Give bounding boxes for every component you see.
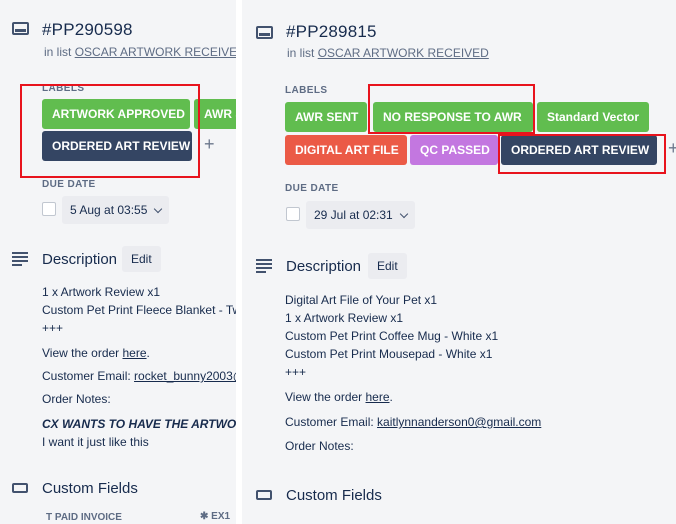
custom-field-ext[interactable]: ✱ EX1 bbox=[200, 511, 230, 522]
card-title: #PP289815 bbox=[286, 22, 377, 41]
card-icon bbox=[12, 22, 29, 35]
card-detail-left: #PP290598 in list OSCAR ARTWORK RECEIVED… bbox=[0, 0, 236, 524]
description-icon bbox=[12, 252, 28, 268]
labels-heading: LABELS bbox=[285, 85, 328, 96]
due-date-value: 5 Aug at 03:55 bbox=[70, 203, 148, 217]
description-line: +++ bbox=[285, 365, 307, 379]
customer-email-link[interactable]: rocket_bunny2003@ bbox=[134, 369, 236, 383]
description-line: 1 x Artwork Review x1 bbox=[42, 285, 161, 299]
order-link[interactable]: here bbox=[366, 390, 390, 404]
card-title: #PP290598 bbox=[42, 20, 133, 39]
order-note-bold: CX WANTS TO HAVE THE ARTWO bbox=[42, 417, 236, 431]
label-standard-vector[interactable]: Standard Vector bbox=[537, 102, 649, 132]
label-qc-passed[interactable]: QC PASSED bbox=[410, 135, 498, 165]
order-note-text: I want it just like this bbox=[42, 435, 149, 449]
due-date-heading: DUE DATE bbox=[285, 183, 339, 194]
list-link[interactable]: OSCAR ARTWORK RECEIVED bbox=[318, 46, 489, 60]
description-line: Custom Pet Print Coffee Mug - White x1 bbox=[285, 329, 499, 343]
in-list-text: in list OSCAR ARTWORK RECEIVED bbox=[44, 45, 236, 59]
card-detail-right: #PP289815 in list OSCAR ARTWORK RECEIVED… bbox=[242, 0, 676, 524]
view-order-line: View the order here. bbox=[285, 390, 393, 404]
customer-email-line: Customer Email: kaitlynnanderson0@gmail.… bbox=[285, 415, 542, 429]
due-date-button[interactable]: 29 Jul at 02:31 bbox=[306, 201, 415, 229]
chevron-down-icon bbox=[154, 204, 163, 214]
add-label-button[interactable]: + bbox=[204, 134, 215, 155]
custom-fields-icon bbox=[12, 483, 28, 493]
view-order-line: View the order here. bbox=[42, 346, 150, 360]
customer-email-link[interactable]: kaitlynnanderson0@gmail.com bbox=[377, 415, 541, 429]
due-date-checkbox[interactable] bbox=[286, 207, 300, 221]
custom-fields-icon bbox=[256, 490, 272, 500]
due-date-button[interactable]: 5 Aug at 03:55 bbox=[62, 196, 170, 224]
due-date-heading: DUE DATE bbox=[42, 179, 96, 190]
list-link[interactable]: OSCAR ARTWORK RECEIVED bbox=[75, 45, 236, 59]
description-line: 1 x Artwork Review x1 bbox=[285, 311, 404, 325]
edit-description-button[interactable]: Edit bbox=[368, 253, 407, 279]
description-line: Digital Art File of Your Pet x1 bbox=[285, 293, 438, 307]
label-digital-art-file[interactable]: DIGITAL ART FILE bbox=[285, 135, 407, 165]
custom-fields-title: Custom Fields bbox=[42, 480, 138, 497]
description-line: Custom Pet Print Fleece Blanket - Tw bbox=[42, 303, 236, 317]
description-line: +++ bbox=[42, 321, 64, 335]
edit-description-button[interactable]: Edit bbox=[122, 246, 161, 272]
description-icon bbox=[256, 259, 272, 275]
custom-field-paid-invoice[interactable]: T PAID INVOICE bbox=[46, 512, 122, 523]
highlight-box-no-response bbox=[368, 84, 535, 134]
highlight-box-ordered-art-review bbox=[498, 134, 666, 174]
in-list-text: in list OSCAR ARTWORK RECEIVED bbox=[287, 46, 489, 60]
due-date-value: 29 Jul at 02:31 bbox=[314, 208, 393, 222]
order-notes-label: Order Notes: bbox=[42, 392, 111, 406]
customer-email-line: Customer Email: rocket_bunny2003@ bbox=[42, 369, 236, 383]
highlight-box-left-labels bbox=[20, 84, 200, 178]
due-date-checkbox[interactable] bbox=[42, 202, 56, 216]
order-notes-label: Order Notes: bbox=[285, 439, 354, 453]
description-title: Description bbox=[42, 251, 118, 268]
description-line: Custom Pet Print Mousepad - White x1 bbox=[285, 347, 493, 361]
add-label-button[interactable]: + bbox=[668, 138, 676, 159]
label-awr-sent[interactable]: AWR S bbox=[194, 99, 236, 129]
order-link[interactable]: here bbox=[123, 346, 147, 360]
description-title: Description bbox=[286, 258, 362, 275]
custom-fields-title: Custom Fields bbox=[286, 487, 382, 504]
chevron-down-icon bbox=[399, 209, 408, 219]
label-awr-sent[interactable]: AWR SENT bbox=[285, 102, 367, 132]
card-icon bbox=[256, 26, 273, 39]
